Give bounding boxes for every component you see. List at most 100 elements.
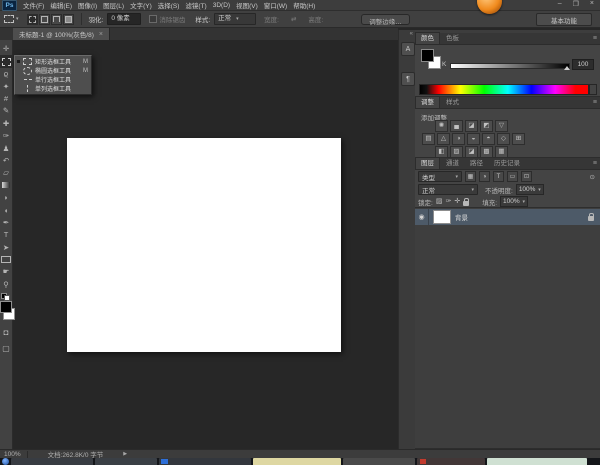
tab-color[interactable]: 颜色 [415, 32, 440, 44]
adjustment-icon[interactable]: ◇ [497, 133, 510, 145]
panel-menu-icon[interactable]: ≡ [593, 35, 597, 42]
rectangular-marquee-tool[interactable] [0, 55, 13, 67]
clone-stamp-tool[interactable]: ♟ [0, 142, 13, 154]
adjustment-icon[interactable]: ◓ [482, 133, 495, 145]
opacity-input[interactable]: 100%▾ [516, 184, 544, 195]
character-panel-icon[interactable]: A [401, 42, 415, 56]
lock-pixels-icon[interactable]: ✑ [445, 198, 451, 205]
brush-tool[interactable]: ✑ [0, 130, 13, 142]
taskbar-button[interactable] [343, 458, 415, 465]
crop-tool[interactable]: # [0, 93, 13, 105]
canvas-area[interactable] [13, 40, 398, 449]
minimize-button[interactable]: – [558, 0, 562, 8]
quick-mask-button[interactable]: ◘ [0, 326, 13, 339]
tab-close-icon[interactable]: × [99, 31, 103, 38]
tab-adjustments[interactable]: 调整 [415, 96, 440, 108]
spectrum-end-swatches[interactable] [588, 84, 597, 95]
filter-toggle-icon[interactable]: ⊙ [590, 173, 595, 181]
quick-selection-tool[interactable]: ✦ [0, 80, 13, 92]
k-value-field[interactable]: 100 [572, 59, 594, 70]
hand-tool[interactable]: ☛ [0, 266, 13, 278]
adjustment-icon[interactable]: ▦ [495, 146, 508, 158]
adjustment-icon[interactable]: ◪ [465, 120, 478, 132]
filter-smart-object-icon[interactable]: ⊡ [521, 171, 532, 182]
layer-filter-select[interactable]: 类型▾ [418, 171, 462, 182]
close-button[interactable]: × [590, 0, 594, 8]
spot-healing-brush-tool[interactable]: ✚ [0, 117, 13, 129]
expand-panels-icon[interactable]: « [410, 31, 413, 37]
tool-preset-picker[interactable]: ▾ [4, 15, 19, 23]
filter-adjustment-layers-icon[interactable]: ◑ [479, 171, 490, 182]
gradient-tool[interactable] [0, 179, 13, 191]
restore-button[interactable]: ❐ [573, 0, 579, 8]
refine-edge-button[interactable]: 调整边缘… [361, 14, 410, 25]
rectangle-tool[interactable] [0, 254, 13, 266]
menu-file[interactable]: 文件(F) [23, 0, 44, 10]
panel-menu-icon[interactable]: ≡ [593, 160, 597, 167]
add-to-selection-button[interactable] [39, 14, 50, 25]
history-brush-tool[interactable]: ↶ [0, 155, 13, 167]
lock-transparency-icon[interactable]: ▨ [436, 198, 443, 205]
link-dimensions-icon[interactable]: ⇄ [291, 15, 296, 23]
tab-layers[interactable]: 图层 [415, 157, 440, 169]
adjustment-icon[interactable]: ▩ [480, 146, 493, 158]
k-slider-knob[interactable] [564, 66, 570, 70]
menu-image[interactable]: 图像(I) [78, 0, 97, 10]
style-select[interactable]: 正常▾ [214, 13, 256, 25]
filter-pixel-layers-icon[interactable]: ▦ [465, 171, 476, 182]
layer-visibility-toggle[interactable]: ◉ [415, 209, 429, 225]
menu-type[interactable]: 文字(Y) [130, 0, 152, 10]
lock-all-icon[interactable] [463, 201, 469, 206]
fill-input[interactable]: 100%▾ [500, 196, 528, 207]
adjustment-icon[interactable]: ▨ [450, 146, 463, 158]
workspace-button[interactable]: 基本功能 [536, 13, 592, 26]
color-spectrum-ramp[interactable] [419, 84, 590, 95]
adjustment-icon[interactable]: △ [437, 133, 450, 145]
adjustment-icon[interactable]: ✺ [435, 120, 448, 132]
adjustment-icon[interactable]: ◒ [467, 133, 480, 145]
move-tool[interactable]: ✛ [0, 43, 13, 55]
document-canvas[interactable] [67, 138, 341, 352]
flyout-item-single-column-marquee[interactable]: 单列选框工具 [15, 84, 91, 93]
zoom-tool[interactable]: ⚲ [0, 278, 13, 290]
adjustment-icon[interactable]: ◑ [452, 133, 465, 145]
status-options-arrow-icon[interactable]: ▶ [123, 451, 127, 457]
filter-shape-layers-icon[interactable]: ▭ [507, 171, 518, 182]
adjustment-icon[interactable]: ▄ [450, 120, 463, 132]
start-button[interactable] [2, 458, 9, 465]
taskbar-button[interactable] [11, 458, 93, 465]
taskbar-button[interactable] [95, 458, 157, 465]
dodge-tool[interactable]: ◖ [0, 204, 13, 216]
filter-type-layers-icon[interactable]: T [493, 171, 504, 182]
menu-filter[interactable]: 滤镜(T) [185, 0, 206, 10]
taskbar-button[interactable] [253, 458, 341, 465]
adjustment-icon[interactable]: ▽ [495, 120, 508, 132]
menu-edit[interactable]: 编辑(E) [50, 0, 72, 10]
tab-channels[interactable]: 通道 [441, 158, 464, 169]
eraser-tool[interactable]: ▱ [0, 167, 13, 179]
intersect-selection-button[interactable] [63, 14, 74, 25]
lasso-tool[interactable]: ϱ [0, 68, 13, 80]
menu-window[interactable]: 窗口(W) [264, 0, 287, 10]
adjustment-icon[interactable]: ⊞ [512, 133, 525, 145]
layer-thumbnail[interactable] [433, 210, 451, 224]
pen-tool[interactable]: ✒ [0, 216, 13, 228]
tab-history[interactable]: 历史记录 [489, 158, 525, 169]
k-slider[interactable] [450, 63, 570, 69]
tab-styles[interactable]: 样式 [441, 97, 464, 108]
document-tab[interactable]: 未标题-1 @ 100%(灰色/8) × [13, 28, 110, 40]
antialias-checkbox[interactable]: 消除锯齿 [149, 14, 185, 24]
paragraph-panel-icon[interactable]: ¶ [401, 72, 415, 86]
taskbar-button[interactable] [159, 458, 251, 465]
tab-swatches[interactable]: 色板 [441, 33, 464, 44]
feather-input[interactable]: 0 像素 [107, 13, 141, 25]
subtract-from-selection-button[interactable] [51, 14, 62, 25]
adjustment-icon[interactable]: ◪ [465, 146, 478, 158]
menu-select[interactable]: 选择(S) [158, 0, 180, 10]
flyout-item-rect-marquee[interactable]: 矩形选框工具 M [15, 57, 91, 66]
flyout-item-single-row-marquee[interactable]: 单行选框工具 [15, 75, 91, 84]
blend-mode-select[interactable]: 正常▾ [418, 184, 478, 195]
layer-row-background[interactable]: ◉ 背景 [415, 209, 600, 225]
foreground-color-swatch[interactable] [421, 49, 434, 62]
tab-paths[interactable]: 路径 [465, 158, 488, 169]
